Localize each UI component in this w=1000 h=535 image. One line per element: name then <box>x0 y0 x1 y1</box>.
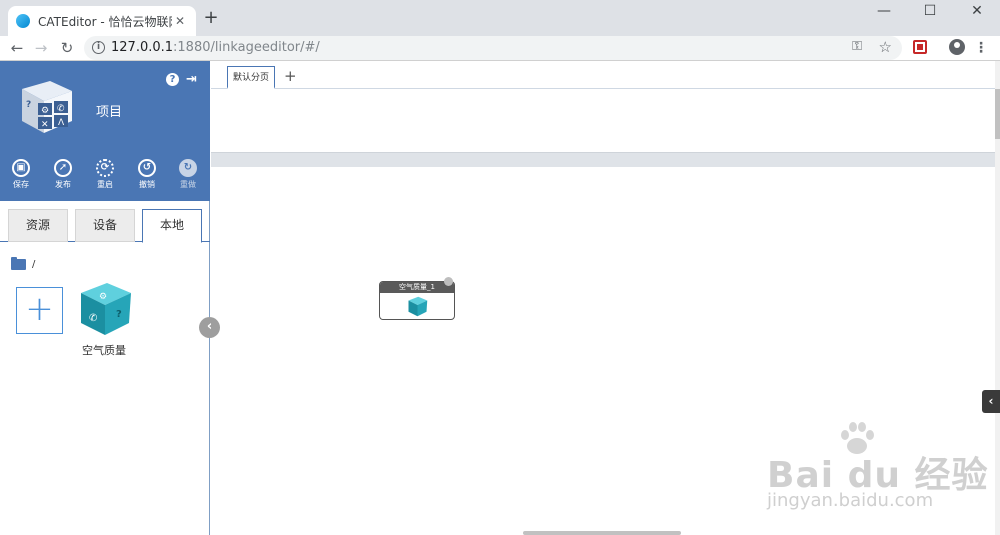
splitter-bar[interactable] <box>211 152 995 167</box>
svg-text:✆: ✆ <box>89 313 97 324</box>
left-panel: ⚙ ✆ ✕ Λ ? 项目 ? ⇥ ▣ 保存 ➚ 发布 ⟳ 重启 ↺ 撤销 ↻ 重… <box>0 61 210 535</box>
svg-text:✆: ✆ <box>57 104 65 114</box>
svg-text:Λ: Λ <box>58 118 65 128</box>
forward-button[interactable]: → <box>31 37 51 59</box>
reload-button[interactable]: ↻ <box>57 37 77 59</box>
restart-icon: ⟳ <box>96 159 114 177</box>
svg-text:⚙: ⚙ <box>99 292 107 302</box>
collapse-left-panel-button[interactable]: ‹ <box>199 317 220 338</box>
add-page-button[interactable]: + <box>284 66 298 86</box>
restart-label: 重启 <box>97 180 113 189</box>
properties-area <box>211 89 995 151</box>
browser-tab[interactable]: CATEditor - 恰恰云物联网应用开 ✕ <box>8 6 196 36</box>
undo-button[interactable]: ↺ 撤销 <box>135 159 159 190</box>
redo-button[interactable]: ↻ 重做 <box>176 159 200 190</box>
new-tab-button[interactable]: + <box>202 9 220 27</box>
minimize-button[interactable]: — <box>861 0 907 22</box>
maximize-button[interactable]: ☐ <box>907 0 953 22</box>
site-favicon-icon <box>16 14 30 28</box>
list-item-label[interactable]: 空气质量 <box>64 342 144 358</box>
tab-default-page[interactable]: 默认分页 <box>227 66 275 89</box>
folder-path-text: / <box>32 259 36 270</box>
browser-menu-icon[interactable]: ⋮ <box>974 37 988 59</box>
undo-label: 撤销 <box>139 180 155 189</box>
left-tabs: 资源 设备 本地 <box>0 209 210 243</box>
site-info-icon[interactable]: i <box>92 41 105 54</box>
svg-text:?: ? <box>26 100 31 110</box>
add-item-button[interactable]: + <box>16 287 63 334</box>
redo-icon: ↻ <box>179 159 197 177</box>
save-label: 保存 <box>13 180 29 189</box>
svg-text:✕: ✕ <box>41 120 49 130</box>
undo-icon: ↺ <box>138 159 156 177</box>
publish-label: 发布 <box>55 180 71 189</box>
help-icon[interactable]: ? <box>166 73 179 86</box>
expand-right-panel-button[interactable]: ‹ <box>982 390 1000 413</box>
bookmark-star-icon[interactable]: ☆ <box>879 38 892 56</box>
node-title: 空气质量_1 <box>380 282 454 293</box>
tab-close-icon[interactable]: ✕ <box>172 14 188 28</box>
browser-toolbar: ← → ↻ i 127.0.0.1:1880/linkageeditor/#/ … <box>0 36 1000 61</box>
tab-resources[interactable]: 资源 <box>8 209 68 242</box>
app-logo-icon: ⚙ ✆ ✕ Λ ? <box>22 81 72 133</box>
horizontal-scrollbar[interactable] <box>523 531 681 535</box>
node-cube-icon <box>408 296 428 317</box>
node-delete-icon[interactable] <box>444 277 453 286</box>
logout-icon[interactable]: ⇥ <box>185 73 198 86</box>
extension-icon[interactable] <box>913 40 927 54</box>
tab-devices[interactable]: 设备 <box>75 209 135 242</box>
canvas-tabbar: 默认分页 + <box>211 61 995 89</box>
save-button[interactable]: ▣ 保存 <box>9 159 33 190</box>
address-bar[interactable]: i 127.0.0.1:1880/linkageeditor/#/ ⚿ ☆ <box>84 36 902 60</box>
project-title: 项目 <box>96 105 123 120</box>
restart-button[interactable]: ⟳ 重启 <box>93 159 117 190</box>
url-host: 127.0.0.1 <box>111 40 174 55</box>
publish-button[interactable]: ➚ 发布 <box>51 159 75 190</box>
rocket-icon: ➚ <box>54 159 72 177</box>
browser-tab-title: CATEditor - 恰恰云物联网应用开 <box>38 14 172 29</box>
vertical-scrollbar-thumb[interactable] <box>995 89 1000 139</box>
tab-local[interactable]: 本地 <box>142 209 202 243</box>
save-icon: ▣ <box>12 159 30 177</box>
breadcrumb[interactable]: / <box>11 257 36 270</box>
back-button[interactable]: ← <box>7 37 27 59</box>
url-path: :1880/linkageeditor/#/ <box>173 40 320 55</box>
air-quality-cube-icon[interactable]: ⚙ ✆ ? <box>77 281 133 337</box>
key-icon[interactable]: ⚿ <box>852 39 862 54</box>
redo-label: 重做 <box>180 180 196 189</box>
watermark: Bai du 经验 jingyan.baidu.com <box>765 420 988 520</box>
svg-text:?: ? <box>116 309 122 320</box>
project-header: ⚙ ✆ ✕ Λ ? 项目 ? ⇥ ▣ 保存 ➚ 发布 ⟳ 重启 ↺ 撤销 ↻ 重… <box>0 61 210 201</box>
url-text[interactable]: 127.0.0.1:1880/linkageeditor/#/ <box>111 40 320 55</box>
profile-avatar-icon[interactable] <box>949 39 965 55</box>
browser-tabstrip: CATEditor - 恰恰云物联网应用开 ✕ + — ☐ ✕ <box>0 0 1000 36</box>
svg-text:⚙: ⚙ <box>41 106 49 116</box>
canvas-node[interactable]: 空气质量_1 <box>379 281 455 320</box>
window-close-button[interactable]: ✕ <box>954 0 1000 22</box>
watermark-url: jingyan.baidu.com <box>767 490 934 511</box>
vertical-scrollbar[interactable] <box>995 61 1000 535</box>
folder-icon <box>11 257 26 270</box>
